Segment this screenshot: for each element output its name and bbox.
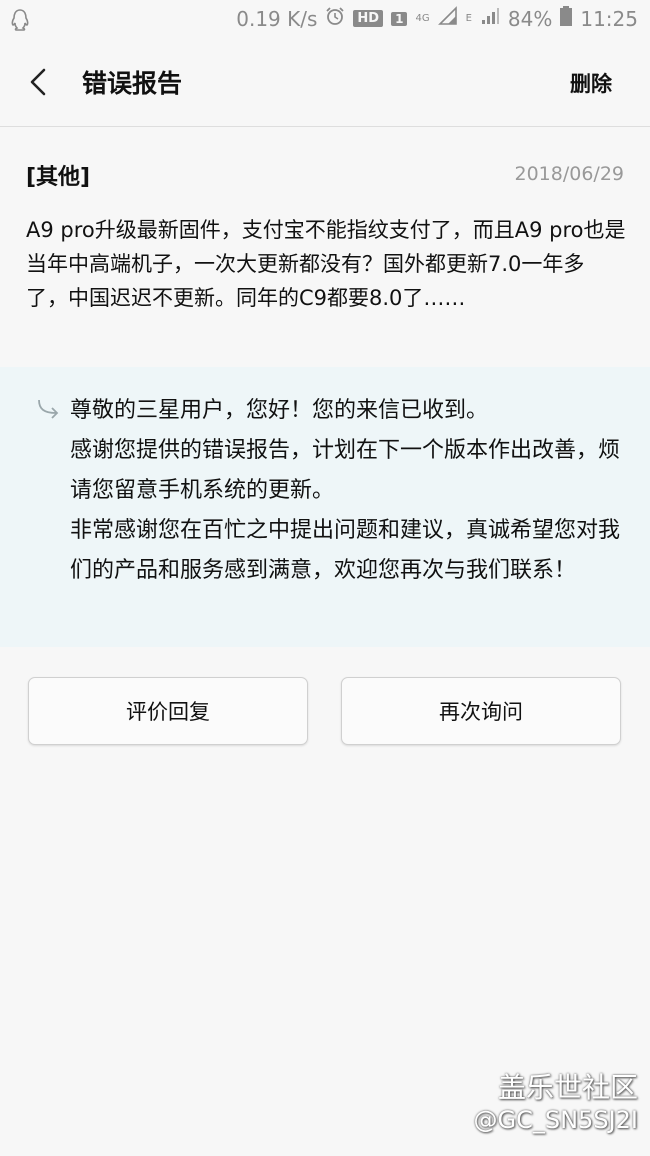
back-button[interactable] (22, 62, 62, 102)
ask-again-button[interactable]: 再次询问 (341, 677, 621, 745)
network-e-label: E (465, 13, 472, 24)
report-body: A9 pro升级最新固件，支付宝不能指纹支付了，而且A9 pro也是当年中高端机… (26, 218, 626, 310)
reply-line: 非常感谢您在百忙之中提出问题和建议，真诚希望您对我们的产品和服务感到满意，欢迎您… (70, 518, 621, 583)
network-4g-label: 4G (415, 13, 430, 24)
back-arrow-icon (30, 68, 46, 96)
qq-icon (10, 8, 30, 37)
page-title: 错误报告 (82, 69, 183, 98)
signal-icon-1 (437, 6, 458, 31)
reply-section: 尊敬的三星用户，您好！您的来信已收到。 感谢您提供的错误报告，计划在下一个版本作… (0, 367, 650, 647)
alarm-icon (325, 6, 345, 31)
status-bar: 0.19 K/s HD 1 4G E 84% 11:25 (0, 0, 650, 40)
reply-arrow-icon (38, 399, 59, 419)
app-header: 错误报告 删除 (0, 40, 650, 127)
report-section: [其他] 2018/06/29 A9 pro升级最新固件，支付宝不能指纹支付了，… (0, 127, 650, 367)
reply-line: 感谢您提供的错误报告，计划在下一个版本作出改善，烦请您留意手机系统的更新。 (70, 438, 621, 503)
report-date: 2018/06/29 (514, 163, 624, 185)
report-category: [其他] (26, 165, 91, 190)
hd-badge: HD (353, 10, 384, 27)
reply-body: 尊敬的三星用户，您好！您的来信已收到。 感谢您提供的错误报告，计划在下一个版本作… (70, 391, 620, 591)
network-speed: 0.19 K/s (236, 6, 318, 31)
signal-icon-2 (480, 6, 500, 31)
status-icons: 0.19 K/s HD 1 4G E 84% 11:25 (236, 6, 638, 31)
clock: 11:25 (580, 6, 638, 31)
sim-badge: 1 (391, 11, 408, 26)
battery-icon (560, 6, 573, 31)
delete-button[interactable]: 删除 (570, 68, 612, 98)
reply-line: 尊敬的三星用户，您好！您的来信已收到。 (70, 398, 489, 423)
rate-reply-button[interactable]: 评价回复 (28, 677, 308, 745)
watermark-handle: @GC_SN5SJ2I (473, 1106, 638, 1134)
watermark-title: 盖乐世社区 (497, 1071, 638, 1104)
battery-level: 84% (507, 6, 553, 31)
